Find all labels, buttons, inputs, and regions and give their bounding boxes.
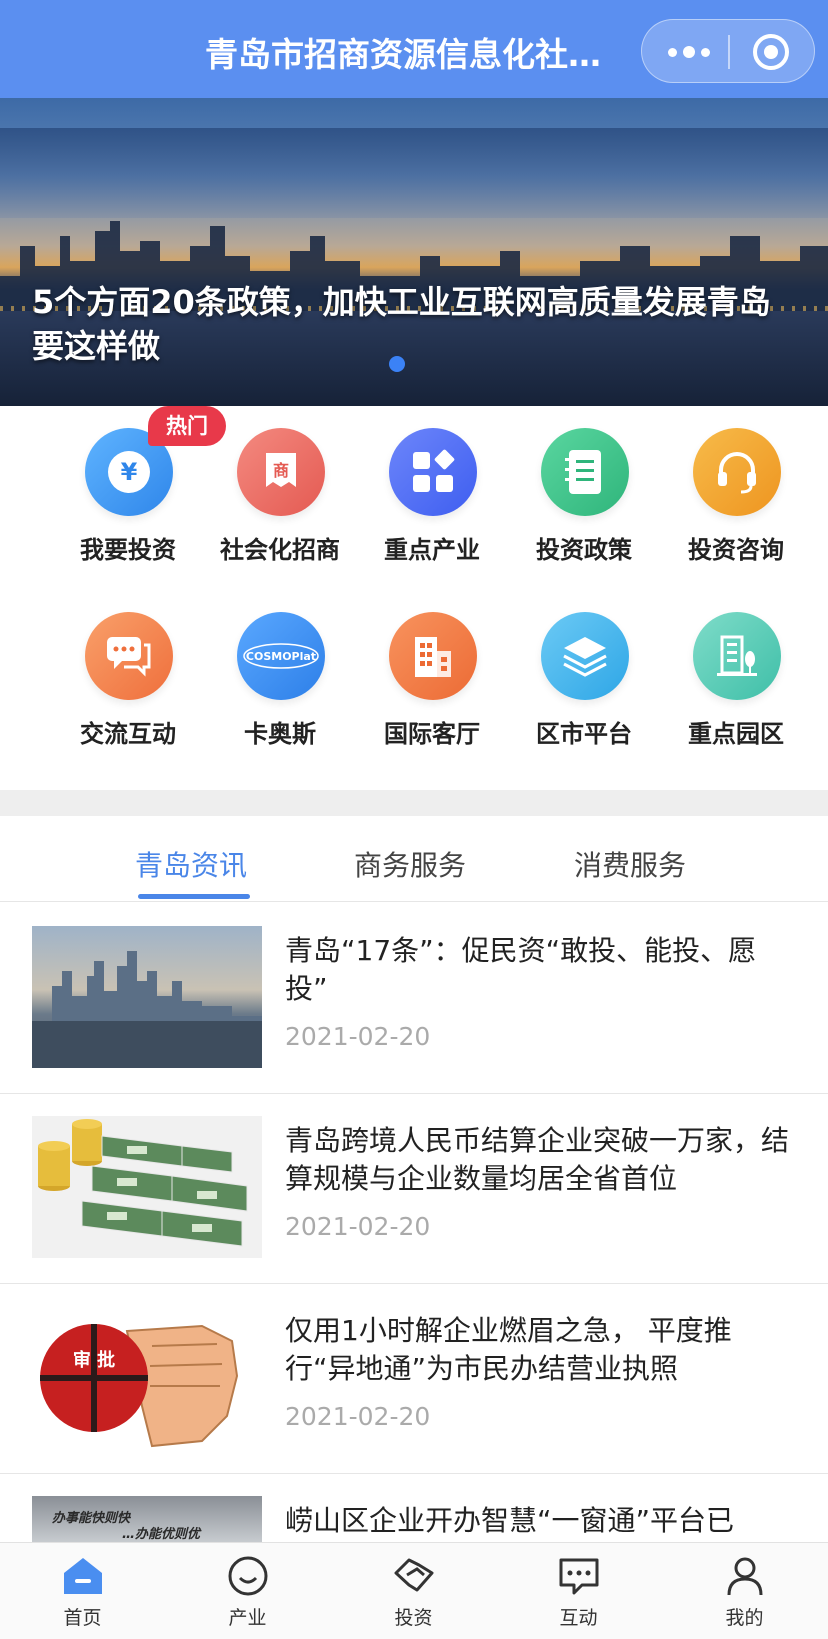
news-tabs: 青岛资讯 商务服务 消费服务 [0,816,828,902]
user-icon [727,1557,763,1596]
mini-program-capsule [641,19,815,83]
list-item[interactable]: 青岛“17条”：促民资“敢投、能投、愿投” 2021-02-20 [0,904,828,1094]
document-icon [541,428,629,516]
close-target-icon[interactable] [753,34,789,70]
svg-text:…办能优则优: …办能优则优 [122,1526,202,1542]
smile-icon [228,1556,268,1596]
news-thumbnail: 审 批 [32,1306,262,1448]
tabbar-home[interactable]: 首页 [0,1543,165,1639]
grid-item-investment-policy[interactable]: 投资政策 [508,406,660,576]
tab-qingdao-news[interactable]: 青岛资讯 [135,844,247,884]
svg-text:¥: ¥ [121,458,138,486]
building-icon [389,612,477,700]
news-date: 2021-02-20 [285,1022,431,1051]
hot-badge: 热门 [148,406,226,446]
news-thumbnail [32,926,262,1068]
handshake-icon [394,1558,434,1592]
grid-item-key-industry[interactable]: 重点产业 [356,406,508,576]
news-title: 青岛跨境人民币结算企业突破一万家，结算规模与企业数量均居全省首位 [285,1124,790,1195]
news-thumbnail: 办事能快则快 …办能优则优 [32,1496,262,1542]
shang-tag-icon: 商 [237,428,325,516]
list-item[interactable]: 青岛跨境人民币结算企业突破一万家，结算规模与企业数量均居全省首位 2021-02… [0,1094,828,1284]
news-date: 2021-02-20 [285,1212,431,1241]
layers-icon [541,612,629,700]
grid-item-cosmoplat[interactable]: COSMOPlat 卡奥斯 [204,590,356,760]
grid-item-key-park[interactable]: 重点园区 [660,590,812,760]
grid-item-intl-lounge[interactable]: 国际客厅 [356,590,508,760]
tabbar-mine[interactable]: 我的 [662,1543,827,1639]
svg-text:审 批: 审 批 [73,1349,115,1371]
grid-item-district-platform[interactable]: 区市平台 [508,590,660,760]
svg-text:商: 商 [273,461,289,480]
more-menu-icon[interactable] [664,38,714,66]
svg-text:COSMOPlat: COSMOPlat [246,650,316,663]
apps-grid-icon [389,428,477,516]
banner-title[interactable]: 5个方面20条政策，加快工业互联网高质量发展青岛要这样做 [32,280,802,368]
nav-header: 青岛市招商资源信息化社… [0,0,828,98]
chat-bubbles-icon [85,612,173,700]
capsule-divider [728,35,730,69]
cosmoplat-logo: COSMOPlat [237,612,325,700]
page-title: 青岛市招商资源信息化社… [205,35,601,74]
home-icon [64,1558,102,1594]
grid-item-social-investment[interactable]: 商 社会化招商 [204,406,356,576]
chat-icon [559,1558,599,1595]
news-thumbnail [32,1116,262,1258]
feature-grid: ¥ 我要投资 商 社会化招商 重点产业 投资政策 投资咨询 交流互动 COSMO… [0,406,828,790]
grid-item-exchange[interactable]: 交流互动 [52,590,204,760]
bottom-tab-bar: 首页 产业 投资 互动 我的 [0,1542,828,1639]
svg-text:办事能快则快: 办事能快则快 [52,1510,132,1526]
section-divider [0,790,828,816]
news-date: 2021-02-20 [285,1402,431,1431]
carousel-indicator [389,356,405,372]
park-building-icon [693,612,781,700]
headset-icon [693,428,781,516]
banner-carousel[interactable]: 5个方面20条政策，加快工业互联网高质量发展青岛要这样做 [0,98,828,406]
tab-business-service[interactable]: 商务服务 [354,844,466,884]
news-title: 仅用1小时解企业燃眉之急， 平度推行“异地通”为市民办结营业执照 [285,1314,732,1385]
tab-consumer-service[interactable]: 消费服务 [574,844,686,884]
tabbar-invest[interactable]: 投资 [331,1543,496,1639]
grid-item-investment-consult[interactable]: 投资咨询 [660,406,812,576]
tabbar-interact[interactable]: 互动 [496,1543,661,1639]
news-title: 崂山区企业开办智慧“一窗通”平台已 [285,1504,735,1537]
active-tab-indicator [138,894,250,899]
tabbar-industry[interactable]: 产业 [165,1543,330,1639]
list-item[interactable]: 审 批 仅用1小时解企业燃眉之急， 平度推行“异地通”为市民办结营业执照 202… [0,1284,828,1474]
news-title: 青岛“17条”：促民资“敢投、能投、愿投” [285,934,757,1005]
